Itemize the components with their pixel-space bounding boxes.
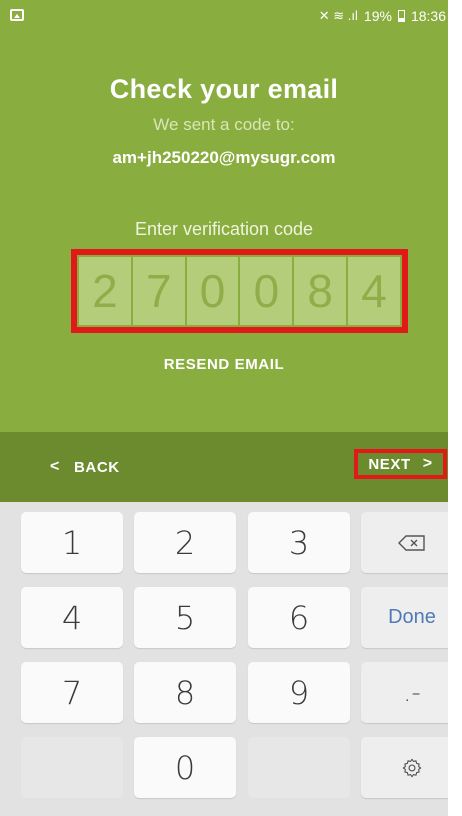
- numeric-keyboard: 1 2 3 4 5 6 Done 7 8 9 .- 0: [0, 502, 448, 816]
- key-2[interactable]: 2: [134, 512, 236, 573]
- chevron-left-icon: <: [50, 458, 60, 475]
- code-digit-3[interactable]: 0: [186, 257, 239, 325]
- key-8[interactable]: 8: [134, 662, 236, 723]
- back-button[interactable]: < BACK: [50, 454, 120, 480]
- chevron-right-icon: >: [422, 455, 433, 472]
- email-address: am+jh250220@mysugr.com: [112, 148, 336, 167]
- key-0[interactable]: 0: [134, 737, 236, 798]
- key-1[interactable]: 1: [21, 512, 123, 573]
- verification-code-input[interactable]: 2 7 0 0 8 4: [79, 257, 400, 325]
- key-9[interactable]: 9: [248, 662, 350, 723]
- blank-key-left: [21, 737, 123, 798]
- blank-key-right: [248, 737, 350, 798]
- key-7[interactable]: 7: [21, 662, 123, 723]
- app-screen: ✕ ≋ .ıl 19% 18:36 Check your email We se…: [0, 0, 448, 816]
- punctuation-label: .-: [403, 677, 421, 708]
- status-indicators: ✕ ≋ .ıl 19% 18:36: [319, 8, 446, 24]
- code-digit-2[interactable]: 7: [132, 257, 185, 325]
- gear-icon: [402, 758, 422, 777]
- page-title: Check your email: [109, 74, 339, 104]
- resend-email-button[interactable]: RESEND EMAIL: [0, 356, 448, 373]
- done-key[interactable]: Done: [361, 587, 448, 648]
- key-6[interactable]: 6: [248, 587, 350, 648]
- verification-code-label: Enter verification code: [134, 219, 314, 239]
- back-label: BACK: [73, 458, 120, 476]
- battery-percent: 19%: [363, 8, 392, 24]
- next-button[interactable]: NEXT >: [354, 449, 447, 479]
- code-digit-5[interactable]: 8: [294, 257, 347, 325]
- settings-key[interactable]: [361, 737, 448, 798]
- signal-icons: ✕ ≋ .ıl: [318, 8, 358, 23]
- key-3[interactable]: 3: [248, 512, 350, 573]
- punctuation-key[interactable]: .-: [361, 662, 448, 723]
- key-4[interactable]: 4: [21, 587, 123, 648]
- backspace-key[interactable]: [361, 512, 448, 573]
- code-digit-4[interactable]: 0: [240, 257, 293, 325]
- key-5[interactable]: 5: [134, 587, 236, 648]
- code-digit-1[interactable]: 2: [79, 257, 131, 325]
- backspace-icon: [398, 534, 425, 551]
- navigation-bar: < BACK NEXT >: [0, 432, 448, 502]
- code-digit-6[interactable]: 4: [348, 257, 400, 325]
- done-label: Done: [388, 606, 436, 628]
- gallery-icon: [10, 9, 24, 21]
- battery-icon: [397, 10, 405, 22]
- status-bar: ✕ ≋ .ıl 19% 18:36: [0, 0, 448, 36]
- sent-code-subtitle: We sent a code to:: [153, 115, 295, 134]
- next-label: NEXT: [368, 455, 411, 473]
- status-time: 18:36: [410, 8, 446, 24]
